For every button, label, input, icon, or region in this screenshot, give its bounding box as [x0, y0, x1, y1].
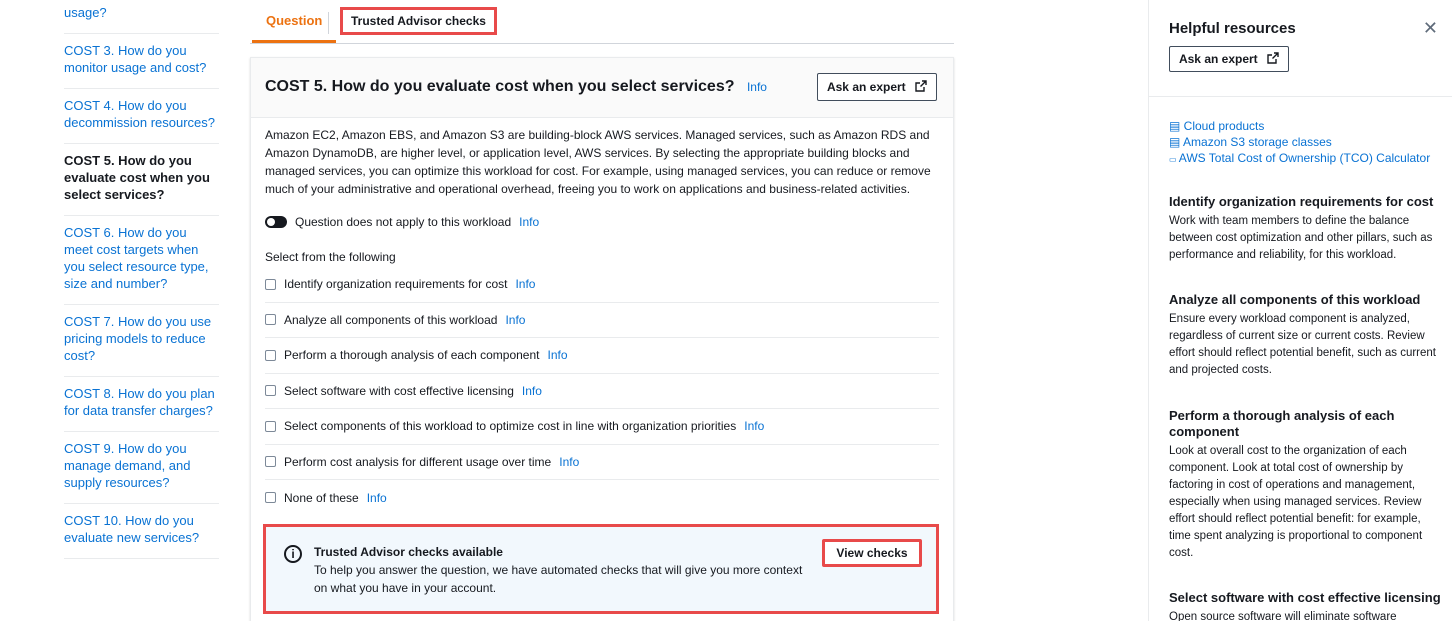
panel-title: Helpful resources	[1169, 20, 1296, 37]
choice-info-link[interactable]: Info	[505, 313, 525, 327]
choice-label: Perform a thorough analysis of each comp…	[284, 348, 540, 363]
section-heading: Select software with cost effective lice…	[1169, 590, 1441, 605]
choice-item[interactable]: None of these Info	[265, 480, 939, 516]
select-label: Select from the following	[265, 250, 396, 264]
checkbox[interactable]	[265, 492, 276, 504]
choice-item[interactable]: Perform cost analysis for different usag…	[265, 445, 939, 480]
choice-item[interactable]: Select components of this workload to op…	[265, 409, 939, 445]
question-info-link[interactable]: Info	[747, 80, 767, 94]
section-analyze-components: Analyze all components of this workload …	[1169, 292, 1441, 379]
checkbox[interactable]	[265, 456, 276, 468]
resource-link-cloud-products[interactable]: ▤ Cloud products	[1169, 118, 1430, 134]
checkbox[interactable]	[265, 314, 276, 326]
alert-body: To help you answer the question, we have…	[314, 563, 803, 595]
choice-label: Select components of this workload to op…	[284, 419, 737, 434]
choice-item[interactable]: Select software with cost effective lice…	[265, 374, 939, 409]
question-list: usage? COST 3. How do you monitor usage …	[64, 0, 219, 559]
nav-item-cost-9[interactable]: COST 9. How do you manage demand, and su…	[64, 432, 219, 504]
checkbox[interactable]	[265, 385, 276, 397]
choice-info-link[interactable]: Info	[367, 491, 387, 505]
choice-info-link[interactable]: Info	[744, 419, 764, 433]
nav-item-cost-8[interactable]: COST 8. How do you plan for data transfe…	[64, 377, 219, 432]
nav-item-cost-3[interactable]: COST 3. How do you monitor usage and cos…	[64, 34, 219, 89]
question-title-text: COST 5. How do you evaluate cost when yo…	[265, 78, 735, 95]
tab-divider	[328, 12, 329, 34]
card-header: COST 5. How do you evaluate cost when yo…	[251, 58, 953, 118]
section-heading: Perform a thorough analysis of each comp…	[1169, 408, 1395, 439]
question-card: COST 5. How do you evaluate cost when yo…	[250, 57, 954, 621]
view-checks-button[interactable]: View checks	[822, 539, 922, 567]
link-text: Amazon S3 storage classes	[1183, 135, 1332, 149]
section-heading: Identify organization requirements for c…	[1169, 194, 1434, 209]
link-text: Cloud products	[1183, 119, 1265, 133]
choice-label: None of these	[284, 490, 359, 505]
close-icon[interactable]: ✕	[1423, 18, 1438, 39]
not-applicable-toggle-row: Question does not apply to this workload…	[265, 215, 539, 229]
question-title: COST 5. How do you evaluate cost when yo…	[265, 78, 767, 96]
choice-item[interactable]: Analyze all components of this workload I…	[265, 303, 939, 338]
external-link-icon	[915, 80, 927, 92]
nav-item-cost-2[interactable]: usage?	[64, 0, 219, 34]
document-icon: ▤	[1169, 135, 1184, 149]
link-text: AWS Total Cost of Ownership (TCO) Calcul…	[1178, 151, 1431, 165]
choice-label: Analyze all components of this workload	[284, 312, 498, 327]
resource-link-s3-storage[interactable]: ▤ Amazon S3 storage classes	[1169, 134, 1430, 150]
question-navigation: usage? COST 3. How do you monitor usage …	[0, 0, 232, 621]
section-heading: Analyze all components of this workload	[1169, 292, 1421, 307]
resource-links: ▤ Cloud products ▤ Amazon S3 storage cla…	[1169, 118, 1430, 168]
document-icon: ▤	[1169, 119, 1184, 133]
question-description: Amazon EC2, Amazon EBS, and Amazon S3 ar…	[265, 128, 931, 196]
choice-info-link[interactable]: Info	[522, 384, 542, 398]
ask-expert-label: Ask an expert	[826, 80, 906, 94]
checkbox[interactable]	[265, 278, 276, 290]
choice-label: Perform cost analysis for different usag…	[284, 454, 552, 469]
checkbox[interactable]	[265, 349, 276, 361]
alert-title: Trusted Advisor checks available	[314, 545, 503, 559]
resource-link-tco-calculator[interactable]: ▭ AWS Total Cost of Ownership (TCO) Calc…	[1169, 150, 1430, 168]
tab-question[interactable]: Question	[251, 13, 337, 43]
choice-label: Select software with cost effective lice…	[284, 383, 514, 398]
not-applicable-toggle[interactable]	[265, 216, 287, 228]
external-link-icon	[1267, 52, 1279, 64]
nav-item-cost-5[interactable]: COST 5. How do you evaluate cost when yo…	[64, 144, 219, 216]
info-circle-icon: i	[284, 545, 302, 563]
nav-item-cost-7[interactable]: COST 7. How do you use pricing models to…	[64, 305, 219, 377]
section-licensing: Select software with cost effective lice…	[1169, 590, 1441, 621]
toggle-info-link[interactable]: Info	[519, 215, 539, 229]
choice-list: Identify organization requirements for c…	[265, 267, 939, 516]
section-text: Ensure every workload component is analy…	[1169, 313, 1436, 376]
helpful-resources-panel: Helpful resources ✕ Ask an expert ▤ Clou…	[1148, 0, 1452, 621]
section-identify-requirements: Identify organization requirements for c…	[1169, 194, 1441, 264]
choice-info-link[interactable]: Info	[559, 455, 579, 469]
nav-item-cost-4[interactable]: COST 4. How do you decommission resource…	[64, 89, 219, 144]
choice-info-link[interactable]: Info	[547, 348, 567, 362]
nav-item-cost-10[interactable]: COST 10. How do you evaluate new service…	[64, 504, 219, 559]
choice-label: Identify organization requirements for c…	[284, 277, 508, 292]
choice-item[interactable]: Identify organization requirements for c…	[265, 267, 939, 303]
trusted-advisor-alert: i Trusted Advisor checks available To he…	[263, 524, 939, 614]
toggle-label: Question does not apply to this workload	[295, 215, 512, 229]
tab-bar: Question Trusted Advisor checks	[250, 0, 954, 44]
section-text: Open source software will eliminate soft…	[1169, 611, 1397, 621]
panel-ask-expert-button[interactable]: Ask an expert	[1169, 46, 1289, 72]
panel-divider	[1149, 96, 1452, 97]
aws-icon: ▭	[1169, 155, 1179, 164]
section-thorough-analysis: Perform a thorough analysis of each comp…	[1169, 408, 1441, 562]
choice-item[interactable]: Perform a thorough analysis of each comp…	[265, 338, 939, 374]
nav-item-cost-6[interactable]: COST 6. How do you meet cost targets whe…	[64, 216, 219, 305]
ask-expert-button[interactable]: Ask an expert	[817, 73, 937, 101]
choice-info-link[interactable]: Info	[515, 277, 535, 291]
tab-trusted-advisor-checks[interactable]: Trusted Advisor checks	[340, 7, 497, 35]
checkbox[interactable]	[265, 420, 276, 432]
section-text: Look at overall cost to the organization…	[1169, 445, 1423, 559]
section-text: Work with team members to define the bal…	[1169, 215, 1433, 261]
panel-ask-expert-label: Ask an expert	[1178, 52, 1258, 66]
